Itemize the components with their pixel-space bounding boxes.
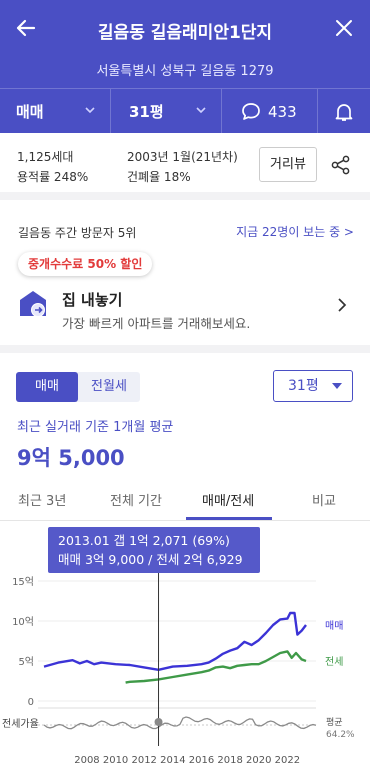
bell-icon [335, 103, 353, 121]
street-view-button[interactable]: 거리뷰 [259, 147, 317, 182]
y-tick-label: 0 [28, 697, 34, 708]
page-title: 길음동 길음래미안1단지 [97, 23, 273, 43]
x-tick-label: 2014 [160, 755, 185, 766]
sale-series-label: 매매 [325, 620, 343, 632]
viewing-now-link[interactable]: 지금 22명이 보는 중 > [236, 223, 354, 240]
section-divider [0, 192, 370, 200]
households: 1,125세대 [17, 150, 74, 164]
header: 길음동 길음래미안1단지 서울특별시 성북구 길음동 1279 매매 31평 4… [0, 0, 370, 134]
average-price: 9억 5,000 [17, 446, 125, 470]
y-tick-label: 10억 [12, 616, 34, 628]
x-tick-label: 2012 [131, 755, 156, 766]
trade-type-label: 매매 [16, 103, 44, 121]
jeonse-series-label: 전세 [325, 656, 343, 668]
x-tick-label: 2010 [103, 755, 128, 766]
size-label: 31평 [129, 103, 164, 121]
built-year: 2003년 1월(21년차) [127, 150, 238, 164]
list-property-title: 집 내놓기 [62, 291, 123, 309]
comments-button[interactable]: 433 [222, 89, 318, 134]
y-tick-label: 5억 [18, 656, 34, 668]
x-tick-label: 2008 [74, 755, 99, 766]
list-property-subtitle: 가장 빠르게 아파트를 거래해보세요. [62, 316, 251, 331]
chart-cursor-dot [154, 718, 163, 726]
fee-discount-badge: 중개수수료 50% 할인 [18, 252, 153, 276]
chevron-down-icon [196, 107, 206, 114]
ratio-average-label: 평균 [326, 717, 343, 728]
section-divider [0, 345, 370, 353]
tab-recent-3y[interactable]: 최근 3년 [18, 490, 66, 509]
visitor-rank: 길음동 주간 방문자 5위 [18, 226, 137, 240]
tooltip-line-2: 매매 3억 9,000 / 전세 2억 6,929 [58, 552, 243, 567]
address: 서울특별시 성북구 길음동 1279 [96, 64, 274, 79]
tab-compare[interactable]: 비교 [312, 490, 336, 509]
floor-area-ratio: 용적률 248% [17, 170, 89, 184]
comment-count: 433 [268, 102, 297, 121]
x-tick-label: 2018 [217, 755, 242, 766]
y-tick-label: 15억 [12, 576, 34, 588]
size-dropdown[interactable]: 31평 [111, 89, 222, 134]
size-select-value: 31평 [288, 378, 319, 394]
house-sell-icon [20, 291, 46, 317]
x-tick-label: 2020 [246, 755, 271, 766]
speech-bubble-icon [242, 102, 260, 120]
trade-toggle: 매매 전월세 [16, 372, 140, 402]
trade-type-dropdown[interactable]: 매매 [0, 89, 111, 134]
active-tab-underline [186, 517, 272, 520]
toggle-rent[interactable]: 전월세 [78, 372, 140, 402]
ratio-last-value: 64.2% [326, 730, 355, 740]
notification-button[interactable] [318, 89, 370, 134]
list-property-banner[interactable]: 집 내놓기 가장 빠르게 아파트를 거래해보세요. [0, 276, 370, 342]
share-icon[interactable] [330, 154, 352, 176]
chevron-down-icon [85, 107, 95, 114]
x-tick-label: 2022 [275, 755, 300, 766]
ratio-axis-label: 전세가율 [2, 718, 39, 730]
chevron-right-icon [338, 298, 347, 312]
size-select[interactable]: 31평 [273, 370, 353, 402]
jeonse-price-line [125, 650, 307, 684]
average-label: 최근 실거래 기준 1개월 평균 [17, 420, 174, 435]
ratio-line [43, 716, 317, 730]
toggle-sale[interactable]: 매매 [16, 372, 78, 402]
chart-tooltip: 2013.01 갭 1억 2,071 (69%) 매매 3억 9,000 / 전… [48, 527, 260, 573]
x-tick-label: 2016 [189, 755, 214, 766]
close-icon[interactable] [330, 14, 358, 42]
coverage-ratio: 건폐율 18% [127, 170, 191, 184]
tab-all-period[interactable]: 전체 기간 [110, 490, 162, 509]
tooltip-line-1: 2013.01 갭 1억 2,071 (69%) [58, 533, 230, 548]
caret-down-icon [332, 383, 342, 389]
tab-sale-jeonse[interactable]: 매매/전세 [202, 490, 254, 509]
period-tabs: 최근 3년 전체 기간 매매/전세 비교 [0, 481, 370, 521]
